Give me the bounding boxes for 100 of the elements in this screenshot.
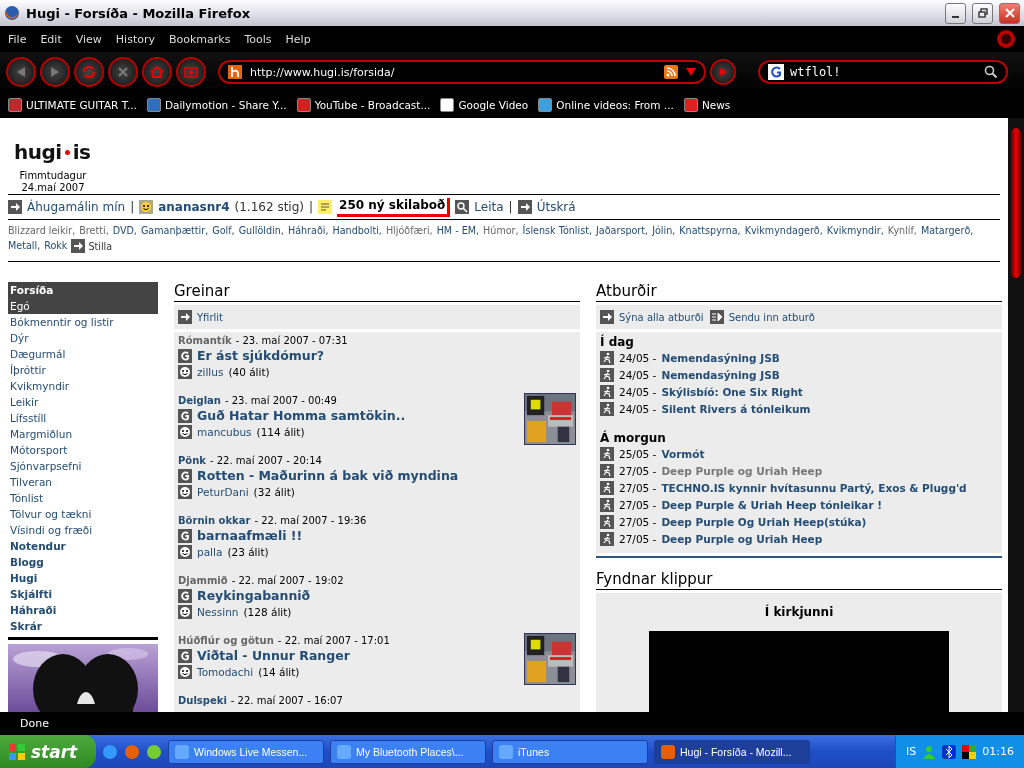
bookmark[interactable]: ULTIMATE GUITAR T...: [8, 98, 137, 112]
forward-button[interactable]: [40, 57, 70, 87]
event-link[interactable]: Deep Purple og Uriah Heep: [661, 532, 823, 545]
sidebar-item[interactable]: Íþróttir: [8, 362, 158, 378]
nav-link[interactable]: Sýna alla atburði: [619, 311, 704, 323]
scrollbar[interactable]: [1008, 118, 1024, 712]
sidebar-item[interactable]: Kvikmyndir: [8, 378, 158, 394]
back-button[interactable]: [6, 57, 36, 87]
category-link[interactable]: Háhraði,: [287, 224, 329, 237]
bookmark[interactable]: News: [683, 98, 731, 112]
menu-item[interactable]: Bookmarks: [169, 32, 231, 46]
sidebar-item[interactable]: Sjónvarpsefni: [8, 458, 158, 474]
category-link[interactable]: Golf,: [212, 224, 235, 237]
category-link[interactable]: Gullöldin,: [238, 224, 284, 237]
sidebar-item[interactable]: Egó: [8, 298, 158, 314]
category-link[interactable]: Metall,: [8, 239, 41, 253]
go-button[interactable]: [710, 59, 736, 85]
start-button[interactable]: start: [0, 735, 96, 768]
author-link[interactable]: mancubus: [197, 426, 252, 438]
sidebar-item[interactable]: Dægurmál: [8, 346, 158, 362]
category-link[interactable]: Matargerð,: [920, 224, 974, 237]
article-link[interactable]: Rotten - Maðurinn á bak við myndina: [197, 468, 459, 483]
sidebar-item[interactable]: Leikir: [8, 394, 158, 410]
new-tab-button[interactable]: [176, 57, 206, 87]
bookmark[interactable]: YouTube - Broadcast...: [296, 98, 431, 112]
nav-link[interactable]: Yfirlit: [197, 311, 223, 323]
nav-link[interactable]: Útskrá: [536, 200, 576, 214]
article-link[interactable]: Guð Hatar Homma samtökin..: [197, 408, 406, 423]
home-button[interactable]: [142, 57, 172, 87]
event-link[interactable]: Silent Rivers á tónleikum: [661, 402, 811, 415]
taskbar-button[interactable]: Hugi - Forsíða - Mozill...: [654, 739, 810, 764]
restore-button[interactable]: [972, 2, 993, 24]
category-link[interactable]: Knattspyrna,: [679, 224, 741, 237]
bookmark[interactable]: Online videos: From ...: [538, 98, 674, 112]
sidebar-item[interactable]: Mótorsport: [8, 442, 158, 458]
bookmark[interactable]: Google Video: [440, 98, 529, 112]
author-link[interactable]: Nessinn: [197, 606, 239, 618]
event-link[interactable]: Vormót: [661, 447, 705, 460]
bookmark[interactable]: Dailymotion - Share Y...: [146, 98, 287, 112]
sidebar-item[interactable]: Tónlist: [8, 490, 158, 506]
article-link[interactable]: Viðtal - Unnur Ranger: [197, 648, 350, 663]
author-link[interactable]: Tomodachi: [197, 666, 254, 678]
messages-link[interactable]: 250 ný skilaboð: [337, 197, 451, 217]
category-link[interactable]: Börnin okkar: [178, 515, 251, 526]
event-link[interactable]: TECHNO.IS kynnir hvítasunnu Partý, Exos & Plugg'd: [661, 481, 967, 494]
category-link[interactable]: Rokk: [44, 239, 68, 253]
sidebar-item[interactable]: Tölvur og tækni: [8, 506, 158, 522]
category-link[interactable]: Hljóðfæri,: [385, 224, 433, 237]
author-link[interactable]: zillus: [197, 366, 224, 378]
category-link[interactable]: HM - EM,: [436, 224, 480, 237]
sidebar-item[interactable]: Bókmenntir og listir: [8, 314, 158, 330]
sidebar-item[interactable]: Háhraði: [8, 602, 158, 618]
close-button[interactable]: [999, 2, 1020, 24]
reload-button[interactable]: [74, 57, 104, 87]
sidebar-item[interactable]: Forsíða: [8, 282, 158, 298]
category-link[interactable]: Djammið: [178, 575, 228, 586]
article-link[interactable]: Reykingabannið: [197, 588, 311, 603]
category-link[interactable]: Handbolti,: [332, 224, 382, 237]
category-link[interactable]: Kynlíf,: [887, 224, 917, 237]
settings-link[interactable]: Stilla: [88, 239, 113, 253]
menu-item[interactable]: File: [8, 32, 27, 46]
menu-item[interactable]: History: [115, 32, 155, 46]
category-link[interactable]: Deiglan: [178, 395, 221, 406]
category-link[interactable]: Rómantík: [178, 335, 232, 346]
category-link[interactable]: Pönk: [178, 455, 206, 466]
author-link[interactable]: palla: [197, 546, 223, 558]
scrollbar-thumb[interactable]: [1011, 128, 1021, 278]
menu-item[interactable]: Help: [285, 32, 311, 46]
event-link[interactable]: Deep Purple Og Uriah Heep(stúka): [661, 515, 867, 528]
category-link[interactable]: Jaðarsport,: [596, 224, 649, 237]
search-field[interactable]: wtflol!: [758, 60, 1008, 84]
category-link[interactable]: Húmor,: [483, 224, 519, 237]
sidebar-item[interactable]: Notendur: [8, 538, 158, 554]
article-link[interactable]: barnaafmæli !!: [197, 528, 303, 543]
category-link[interactable]: Bretti,: [79, 224, 109, 237]
sidebar-item[interactable]: Margmiðlun: [8, 426, 158, 442]
sidebar-item[interactable]: Skjálfti: [8, 586, 158, 602]
event-link[interactable]: Skýlisbíó: One Six Right: [661, 385, 803, 398]
taskbar-button[interactable]: Windows Live Messen...: [168, 739, 324, 764]
menu-item[interactable]: Edit: [40, 32, 62, 46]
category-link[interactable]: Íslensk Tónlist,: [522, 224, 592, 237]
category-link[interactable]: DVD,: [112, 224, 137, 237]
category-link[interactable]: Kvikmyndagerð,: [744, 224, 823, 237]
minimize-button[interactable]: [945, 2, 966, 24]
event-link[interactable]: Deep Purple & Uriah Heep tónleikar !: [661, 498, 882, 511]
sidebar-item[interactable]: Dýr: [8, 330, 158, 346]
event-link[interactable]: Nemendasýning JSB: [661, 368, 780, 381]
address-field[interactable]: http://www.hugi.is/forsida/: [218, 60, 706, 84]
category-link[interactable]: Kvikmyndir,: [826, 224, 884, 237]
stop-button[interactable]: [108, 57, 138, 87]
sidebar-item[interactable]: Hugi: [8, 570, 158, 586]
nav-link[interactable]: Leita: [474, 200, 504, 214]
category-link[interactable]: Jólin,: [652, 224, 676, 237]
event-link[interactable]: Deep Purple og Uriah Heep: [661, 464, 823, 477]
event-link[interactable]: Nemendasýning JSB: [661, 351, 780, 364]
menu-item[interactable]: Tools: [244, 32, 272, 46]
taskbar-button[interactable]: My Bluetooth Places\...: [330, 739, 486, 764]
taskbar-button[interactable]: iTunes: [492, 739, 648, 764]
sidebar-item[interactable]: Vísindi og fræði: [8, 522, 158, 538]
category-link[interactable]: Blizzard leikir,: [8, 224, 76, 237]
